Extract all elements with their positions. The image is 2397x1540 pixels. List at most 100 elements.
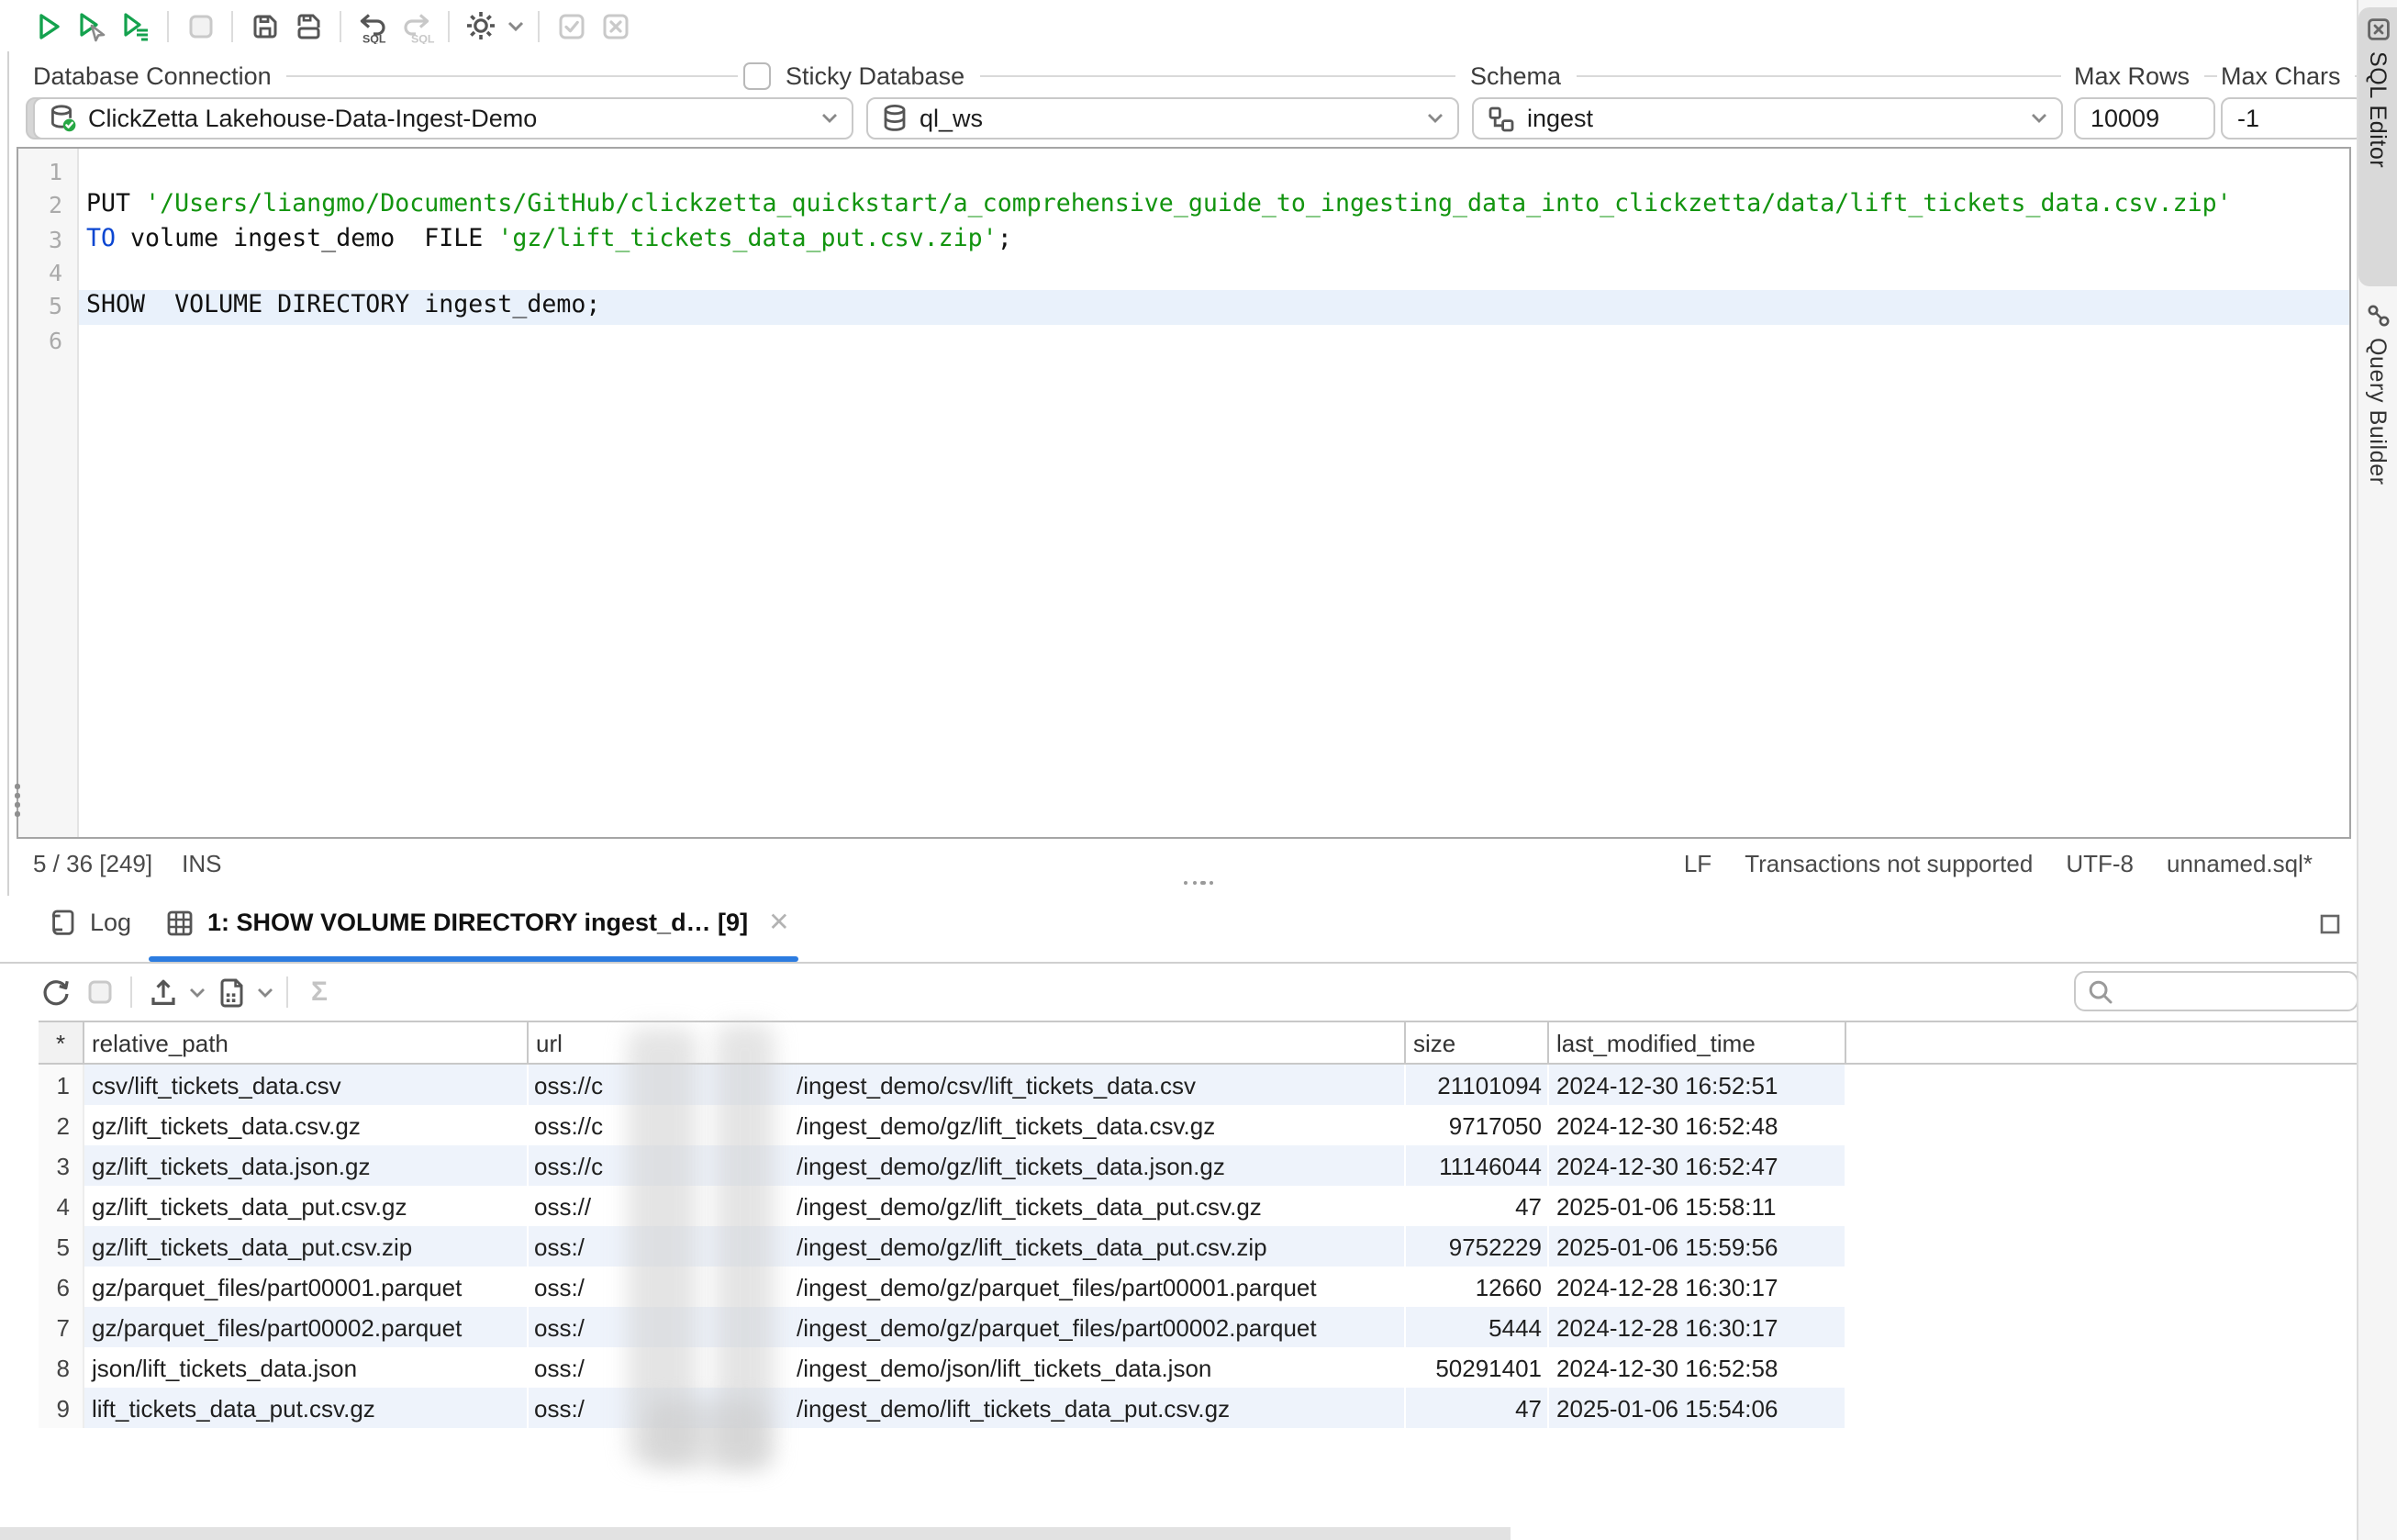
stop-button[interactable] — [178, 6, 222, 46]
size-cell[interactable]: 50291401 — [1406, 1347, 1549, 1388]
last-modified-cell[interactable]: 2024-12-30 16:52:51 — [1549, 1065, 1846, 1105]
execute-script-button[interactable] — [114, 6, 158, 46]
column-header-size[interactable]: size — [1406, 1022, 1549, 1063]
connection-select[interactable]: ClickZetta Lakehouse-Data-Ingest-Demo — [33, 97, 853, 139]
sticky-database-checkbox[interactable] — [743, 61, 771, 89]
row-number-cell[interactable]: 9 — [39, 1388, 84, 1428]
redo-sql-button[interactable]: SQL — [395, 6, 439, 46]
code-line[interactable] — [79, 156, 2349, 190]
size-cell[interactable]: 9752229 — [1406, 1226, 1549, 1267]
max-rows-input[interactable] — [2074, 97, 2215, 139]
cancel-execution-button[interactable] — [77, 972, 121, 1012]
last-modified-cell[interactable]: 2025-01-06 15:59:56 — [1549, 1226, 1846, 1267]
results-search-box[interactable] — [2074, 971, 2358, 1011]
relative-path-cell[interactable]: gz/lift_tickets_data.csv.gz — [84, 1105, 529, 1145]
search-input[interactable] — [2122, 976, 2346, 1006]
url-cell[interactable]: oss://ingest_demo/gz/parquet_files/part0… — [529, 1267, 1406, 1307]
save-as-button[interactable] — [286, 6, 330, 46]
export-dropdown-button[interactable] — [185, 972, 209, 1012]
size-cell[interactable]: 5444 — [1406, 1307, 1549, 1347]
last-modified-cell[interactable]: 2024-12-30 16:52:47 — [1549, 1145, 1846, 1186]
column-header-row-num[interactable]: * — [39, 1022, 84, 1063]
row-number-cell[interactable]: 2 — [39, 1105, 84, 1145]
table-row[interactable]: 4gz/lift_tickets_data_put.csv.gzoss:///i… — [39, 1186, 2358, 1226]
line-number[interactable]: 5 — [18, 291, 77, 325]
table-row[interactable]: 3gz/lift_tickets_data.json.gzoss://c/ing… — [39, 1145, 2358, 1186]
sql-editor[interactable]: 123456 PUT '/Users/liangmo/Documents/Git… — [17, 147, 2351, 839]
row-number-cell[interactable]: 4 — [39, 1186, 84, 1226]
url-cell[interactable]: oss://ingest_demo/gz/parquet_files/part0… — [529, 1307, 1406, 1347]
last-modified-cell[interactable]: 2024-12-30 16:52:58 — [1549, 1347, 1846, 1388]
relative-path-cell[interactable]: lift_tickets_data_put.csv.gz — [84, 1388, 529, 1428]
relative-path-cell[interactable]: gz/lift_tickets_data.json.gz — [84, 1145, 529, 1186]
code-line[interactable]: PUT '/Users/liangmo/Documents/GitHub/cli… — [79, 190, 2349, 224]
relative-path-cell[interactable]: gz/parquet_files/part00001.parquet — [84, 1267, 529, 1307]
close-icon[interactable]: ✕ — [768, 907, 789, 938]
url-cell[interactable]: oss://c/ingest_demo/csv/lift_tickets_dat… — [529, 1065, 1406, 1105]
schema-select[interactable]: ingest — [1472, 97, 2063, 139]
table-row[interactable]: 1csv/lift_tickets_data.csvoss://c/ingest… — [39, 1065, 2358, 1105]
relative-path-cell[interactable]: json/lift_tickets_data.json — [84, 1347, 529, 1388]
code-area[interactable]: PUT '/Users/liangmo/Documents/GitHub/cli… — [79, 149, 2349, 837]
url-cell[interactable]: oss://c/ingest_demo/gz/lift_tickets_data… — [529, 1105, 1406, 1145]
last-modified-cell[interactable]: 2024-12-30 16:52:48 — [1549, 1105, 1846, 1145]
rollback-button[interactable] — [593, 6, 637, 46]
column-header-last_modified_time[interactable]: last_modified_time — [1549, 1022, 1846, 1063]
table-row[interactable]: 8json/lift_tickets_data.jsonoss://ingest… — [39, 1347, 2358, 1388]
url-cell[interactable]: oss://ingest_demo/gz/lift_tickets_data_p… — [529, 1226, 1406, 1267]
relative-path-cell[interactable]: gz/lift_tickets_data_put.csv.gz — [84, 1186, 529, 1226]
tab-result-set[interactable]: 1: SHOW VOLUME DIRECTORY ingest_d… [9] ✕ — [165, 907, 790, 938]
maximize-panel-button[interactable] — [2318, 912, 2342, 936]
code-line[interactable] — [79, 257, 2349, 291]
tab-query-builder[interactable]: Query Builder — [2358, 294, 2397, 541]
view-format-dropdown-button[interactable] — [253, 972, 277, 1012]
size-cell[interactable]: 11146044 — [1406, 1145, 1549, 1186]
last-modified-cell[interactable]: 2024-12-28 16:30:17 — [1549, 1267, 1846, 1307]
tab-log[interactable]: Log — [46, 907, 131, 938]
relative-path-cell[interactable]: gz/lift_tickets_data_put.csv.zip — [84, 1226, 529, 1267]
commit-button[interactable] — [549, 6, 593, 46]
settings-dropdown-button[interactable] — [503, 6, 529, 46]
code-line[interactable]: TO volume ingest_demo FILE 'gz/lift_tick… — [79, 223, 2349, 257]
code-line[interactable] — [79, 324, 2349, 358]
line-number[interactable]: 1 — [18, 156, 77, 190]
url-cell[interactable]: oss://c/ingest_demo/gz/lift_tickets_data… — [529, 1145, 1406, 1186]
aggregate-button[interactable]: Σ — [297, 972, 341, 1012]
row-number-cell[interactable]: 3 — [39, 1145, 84, 1186]
database-select[interactable]: ql_ws — [866, 97, 1459, 139]
row-number-cell[interactable]: 7 — [39, 1307, 84, 1347]
code-line[interactable]: SHOW VOLUME DIRECTORY ingest_demo; — [79, 291, 2349, 325]
line-ending[interactable]: LF — [1684, 850, 1711, 877]
size-cell[interactable]: 9717050 — [1406, 1105, 1549, 1145]
table-row[interactable]: 9lift_tickets_data_put.csv.gzoss://inges… — [39, 1388, 2358, 1428]
table-row[interactable]: 2gz/lift_tickets_data.csv.gzoss://c/inge… — [39, 1105, 2358, 1145]
table-row[interactable]: 6gz/parquet_files/part00001.parquetoss:/… — [39, 1267, 2358, 1307]
row-number-cell[interactable]: 5 — [39, 1226, 84, 1267]
line-number[interactable]: 2 — [18, 190, 77, 224]
size-cell[interactable]: 47 — [1406, 1388, 1549, 1428]
column-header-url[interactable]: url — [529, 1022, 1406, 1063]
max-chars-input[interactable] — [2221, 97, 2364, 139]
horizontal-scrollbar[interactable] — [0, 1527, 1511, 1540]
size-cell[interactable]: 12660 — [1406, 1267, 1549, 1307]
export-button[interactable] — [141, 972, 185, 1012]
last-modified-cell[interactable]: 2025-01-06 15:58:11 — [1549, 1186, 1846, 1226]
tab-sql-editor[interactable]: SQL Editor — [2358, 7, 2397, 286]
panel-resize-handle[interactable] — [1184, 881, 1214, 885]
table-row[interactable]: 7gz/parquet_files/part00002.parquetoss:/… — [39, 1307, 2358, 1347]
size-cell[interactable]: 21101094 — [1406, 1065, 1549, 1105]
size-cell[interactable]: 47 — [1406, 1186, 1549, 1226]
vertical-resize-handle[interactable] — [15, 784, 19, 816]
execute-statement-button[interactable] — [26, 6, 70, 46]
execute-in-new-tab-button[interactable] — [70, 6, 114, 46]
line-number[interactable]: 4 — [18, 257, 77, 291]
column-header-relative_path[interactable]: relative_path — [84, 1022, 529, 1063]
row-number-cell[interactable]: 6 — [39, 1267, 84, 1307]
url-cell[interactable]: oss://ingest_demo/lift_tickets_data_put.… — [529, 1388, 1406, 1428]
refresh-button[interactable] — [33, 972, 77, 1012]
settings-button[interactable] — [459, 6, 503, 46]
row-number-cell[interactable]: 1 — [39, 1065, 84, 1105]
relative-path-cell[interactable]: gz/parquet_files/part00002.parquet — [84, 1307, 529, 1347]
row-number-cell[interactable]: 8 — [39, 1347, 84, 1388]
line-number[interactable]: 3 — [18, 223, 77, 257]
